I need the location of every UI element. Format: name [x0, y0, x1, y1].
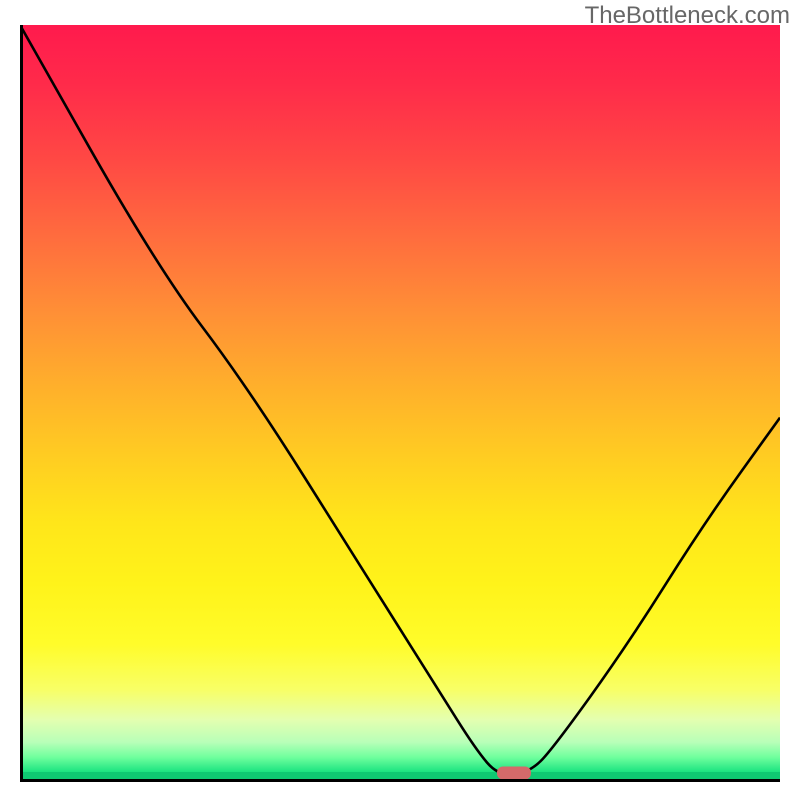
x-axis	[20, 779, 780, 782]
y-axis	[20, 25, 23, 782]
optimal-marker	[497, 766, 531, 779]
chart-container: TheBottleneck.com	[0, 0, 800, 800]
plot-area	[20, 25, 780, 780]
watermark-text: TheBottleneck.com	[585, 2, 790, 30]
bottleneck-curve-path	[20, 25, 780, 775]
curve-layer	[20, 25, 780, 780]
